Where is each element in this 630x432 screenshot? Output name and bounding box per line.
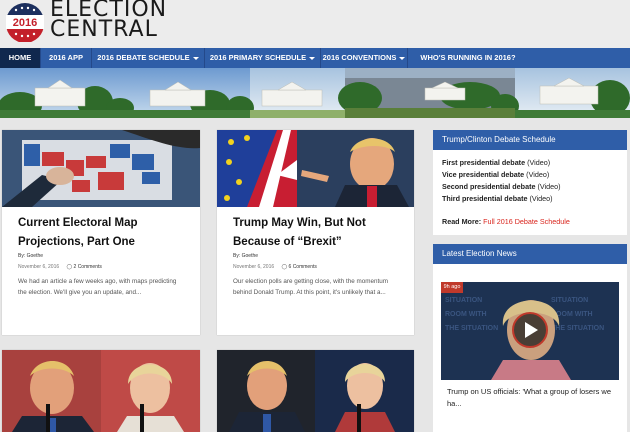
latest-news-widget: Latest Election News SITUATION ROOM WITH T… (433, 244, 627, 432)
nav-whos-running-label: WHO'S RUNNING IN 2016? (420, 53, 516, 62)
article-meta: November 6, 2016 ◯ 2 Comments (18, 264, 102, 270)
electoral-map-image[interactable] (2, 130, 200, 207)
trump-clinton-image[interactable] (2, 350, 200, 432)
video-link[interactable]: (Video) (527, 158, 550, 167)
video-link[interactable]: (Video) (537, 182, 560, 191)
debate-row: Vice presidential debate (Video) (442, 170, 549, 179)
nav-home[interactable]: HOME (0, 48, 41, 68)
comment-icon: ◯ (281, 264, 288, 270)
site-title[interactable]: ELECTION CENTRAL (50, 0, 167, 42)
debate-label: Vice presidential debate (442, 170, 525, 179)
news-caption-link[interactable]: Trump on US officials: 'What a group of … (447, 386, 611, 410)
svg-text:SITUATION: SITUATION (551, 297, 588, 304)
nav-2016-app-label: 2016 APP (49, 53, 83, 62)
main-nav: HOME 2016 APP 2016 DEBATE SCHEDULE 2016 … (0, 48, 630, 68)
article-author: By: Goethe (18, 253, 44, 259)
debate-schedule-widget: Trump/Clinton Debate Schedule First pres… (433, 130, 627, 235)
election-central-logo-icon[interactable]: 2016 (4, 2, 46, 42)
chevron-down-icon (399, 56, 406, 60)
svg-text:SITUATION: SITUATION (445, 297, 482, 304)
trump-brexit-image[interactable] (217, 130, 414, 207)
article-excerpt: We had an article a few weeks ago, with … (18, 278, 177, 296)
article-card[interactable] (217, 350, 414, 432)
article-excerpt: Our election polls are getting close, wi… (233, 278, 389, 296)
nav-conventions[interactable]: 2016 CONVENTIONS (321, 48, 408, 68)
white-house-banner-image (0, 68, 630, 118)
news-video-thumbnail[interactable]: SITUATION ROOM WITH THE SITUATION SITUATIO… (441, 282, 619, 380)
article-title[interactable]: Trump May Win, But Not Because of “Brexi… (233, 214, 405, 252)
comments-count: 6 Comments (288, 264, 317, 270)
debate-row: First presidential debate (Video) (442, 158, 550, 167)
nav-home-label: HOME (8, 53, 32, 62)
nav-primary-schedule[interactable]: 2016 PRIMARY SCHEDULE (205, 48, 321, 68)
article-card[interactable]: Current Electoral Map Projections, Part … (2, 130, 200, 335)
video-link[interactable]: (Video) (529, 194, 552, 203)
comments-link[interactable]: ◯ 6 Comments (282, 264, 317, 270)
article-date: November 6, 2016 (18, 264, 60, 270)
svg-text:ROOM WITH: ROOM WITH (445, 311, 487, 318)
time-badge: 9h ago (441, 282, 463, 293)
article-author: By: Goethe (233, 253, 259, 259)
comment-icon: ◯ (66, 264, 73, 270)
svg-text:2016: 2016 (13, 17, 37, 29)
comments-link[interactable]: ◯ 2 Comments (67, 264, 102, 270)
article-card[interactable]: Trump May Win, But Not Because of “Brexi… (217, 130, 414, 335)
site-title-line2: CENTRAL (50, 17, 158, 42)
article-card[interactable] (2, 350, 200, 432)
widget-heading: Latest Election News (433, 244, 627, 264)
article-meta: November 6, 2016 ◯ 6 Comments (233, 264, 317, 270)
chevron-down-icon (192, 56, 199, 60)
nav-2016-app[interactable]: 2016 APP (41, 48, 92, 68)
article-title[interactable]: Current Electoral Map Projections, Part … (18, 214, 190, 252)
comments-count: 2 Comments (73, 264, 102, 270)
nav-primary-schedule-label: 2016 PRIMARY SCHEDULE (209, 53, 307, 62)
debate-label: First presidential debate (442, 158, 526, 167)
nav-conventions-label: 2016 CONVENTIONS (322, 53, 397, 62)
trump-clinton-debate-image[interactable] (217, 350, 414, 432)
read-more-label: Read More: (442, 217, 482, 226)
debate-label: Third presidential debate (442, 194, 528, 203)
debate-row: Third presidential debate (Video) (442, 194, 553, 203)
site-header: 2016 ELECTION CENTRAL (0, 0, 630, 48)
svg-text:THE SITUATION: THE SITUATION (445, 325, 498, 332)
nav-debate-schedule-label: 2016 DEBATE SCHEDULE (97, 53, 190, 62)
read-more: Read More: Full 2016 Debate Schedule (442, 217, 570, 226)
debate-label: Second presidential debate (442, 182, 536, 191)
video-link[interactable]: (Video) (526, 170, 549, 179)
svg-text:THE SITUATION: THE SITUATION (551, 325, 604, 332)
full-debate-schedule-link[interactable]: Full 2016 Debate Schedule (483, 217, 570, 226)
widget-heading: Trump/Clinton Debate Schedule (433, 130, 627, 150)
debate-row: Second presidential debate (Video) (442, 182, 561, 191)
nav-whos-running[interactable]: WHO'S RUNNING IN 2016? (408, 48, 528, 68)
chevron-down-icon (309, 56, 316, 60)
article-date: November 6, 2016 (233, 264, 275, 270)
nav-debate-schedule[interactable]: 2016 DEBATE SCHEDULE (92, 48, 205, 68)
